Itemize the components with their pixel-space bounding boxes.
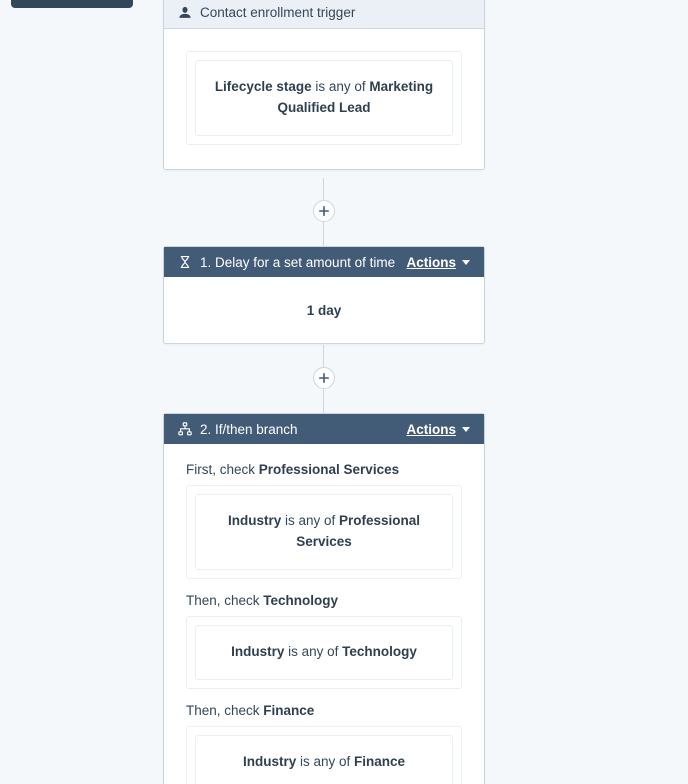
- branch-condition-value: Technology: [342, 643, 417, 659]
- branch-block: Then, check Technology Industry is any o…: [186, 593, 462, 689]
- trigger-condition-operator: is any of: [311, 79, 370, 94]
- chevron-down-icon: [462, 259, 470, 265]
- branch-icon: [178, 422, 192, 436]
- branch-condition[interactable]: Industry is any of Professional Services: [195, 494, 453, 570]
- trigger-condition[interactable]: Lifecycle stage is any of Marketing Qual…: [195, 60, 453, 136]
- branch-actions-label: Actions: [406, 421, 456, 437]
- branch-condition-operator: is any of: [296, 753, 355, 769]
- delay-step-header: 1. Delay for a set amount of time Action…: [164, 247, 484, 277]
- trigger-condition-outer: Lifecycle stage is any of Marketing Qual…: [186, 51, 462, 145]
- branch-condition-value: Finance: [354, 753, 406, 769]
- contact-icon: [178, 6, 192, 20]
- branch-condition[interactable]: Industry is any of Finance: [195, 734, 453, 784]
- branch-step-body: First, check Professional Services Indus…: [164, 444, 484, 784]
- branch-condition-operator: is any of: [284, 643, 343, 659]
- add-step-button-2[interactable]: [313, 367, 335, 389]
- branch-label-name: Finance: [263, 702, 315, 718]
- branch-label: Then, check Technology: [186, 593, 462, 608]
- branch-condition-outer: Industry is any of Professional Services: [186, 485, 462, 579]
- branch-block: Then, check Finance Industry is any of F…: [186, 703, 462, 784]
- branch-condition-outer: Industry is any of Technology: [186, 615, 462, 689]
- delay-step-value: 1 day: [306, 302, 342, 318]
- branch-label-name: Technology: [263, 592, 339, 608]
- branch-label: Then, check Finance: [186, 703, 462, 718]
- enrollment-trigger-body: Lifecycle stage is any of Marketing Qual…: [164, 29, 484, 169]
- branch-condition-outer: Industry is any of Finance: [186, 725, 462, 784]
- branch-label-prefix: First, check: [186, 462, 259, 477]
- branch-label-name: Professional Services: [258, 462, 400, 477]
- hourglass-icon: [178, 255, 192, 269]
- delay-actions-dropdown[interactable]: Actions: [406, 255, 470, 270]
- enrollment-trigger-card[interactable]: Contact enrollment trigger Lifecycle sta…: [163, 0, 485, 170]
- branch-step-title: 2. If/then branch: [200, 421, 298, 437]
- delay-actions-label: Actions: [406, 254, 456, 270]
- branch-label-prefix: Then, check: [186, 592, 264, 608]
- branch-block: First, check Professional Services Indus…: [186, 462, 462, 579]
- plus-icon: [319, 206, 329, 216]
- branch-label-prefix: Then, check: [186, 702, 264, 718]
- branch-condition-property: Industry: [227, 513, 282, 528]
- branch-step-card[interactable]: 2. If/then branch Actions First, check P…: [163, 413, 485, 784]
- branch-condition[interactable]: Industry is any of Technology: [195, 624, 453, 680]
- branch-actions-dropdown[interactable]: Actions: [406, 422, 470, 437]
- enrollment-trigger-title: Contact enrollment trigger: [200, 5, 356, 20]
- trigger-condition-property: Lifecycle stage: [214, 79, 312, 94]
- enrollment-trigger-header: Contact enrollment trigger: [164, 0, 484, 29]
- branch-condition-property: Industry: [231, 643, 285, 659]
- chevron-down-icon: [462, 426, 470, 432]
- workflow-canvas: Contact enrollment trigger Lifecycle sta…: [0, 0, 688, 784]
- delay-step-title: 1. Delay for a set amount of time: [200, 254, 396, 270]
- branch-label: First, check Professional Services: [186, 462, 462, 477]
- plus-icon: [319, 373, 329, 383]
- delay-step-card[interactable]: 1. Delay for a set amount of time Action…: [163, 246, 485, 344]
- branch-condition-operator: is any of: [281, 513, 339, 528]
- branch-step-header: 2. If/then branch Actions: [164, 414, 484, 444]
- add-step-button-1[interactable]: [313, 200, 335, 222]
- branch-condition-property: Industry: [242, 753, 297, 769]
